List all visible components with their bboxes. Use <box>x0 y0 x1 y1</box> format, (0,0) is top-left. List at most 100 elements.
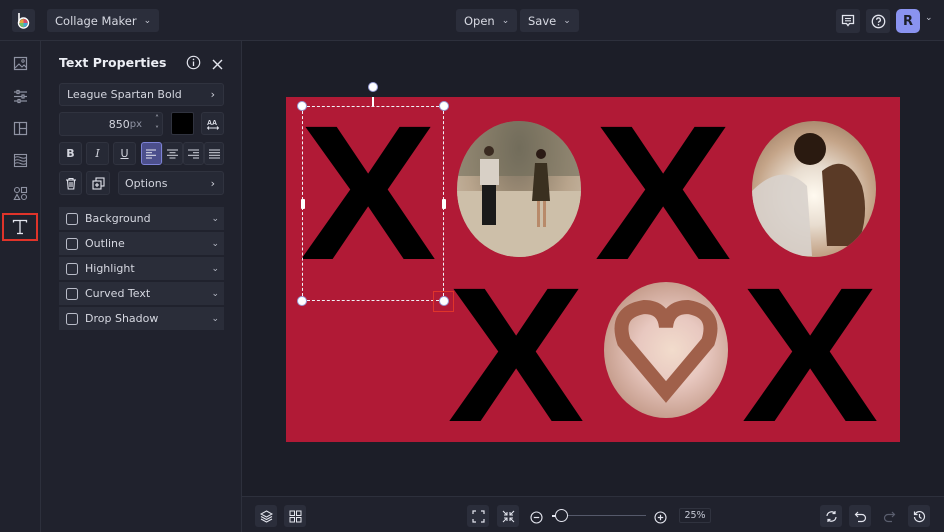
zoom-percent-field[interactable]: 25% <box>679 508 711 523</box>
feedback-icon <box>841 14 855 27</box>
selection-box[interactable] <box>302 106 444 301</box>
top-bar: Collage Maker ⌄ Open ⌄ Save ⌄ R ⌄ <box>0 0 944 41</box>
save-label: Save <box>528 13 557 28</box>
photo-couple-holding-hands[interactable] <box>457 121 581 257</box>
text-layer-x[interactable]: X <box>448 259 585 443</box>
accordion-curved-text[interactable]: Curved Text ⌄ <box>59 282 224 305</box>
photo-heart-hands[interactable] <box>604 282 728 418</box>
resize-handle-top-left[interactable] <box>297 101 307 111</box>
save-button[interactable]: Save ⌄ <box>520 9 579 32</box>
user-avatar[interactable]: R <box>896 9 920 33</box>
bold-button[interactable]: B <box>59 142 82 165</box>
zoom-out-icon <box>530 511 543 524</box>
account-chevron-icon[interactable]: ⌄ <box>925 13 933 23</box>
nav-item-layout[interactable] <box>2 114 38 142</box>
layout-icon <box>13 121 27 135</box>
chevron-down-icon: ⌄ <box>211 238 219 249</box>
background-checkbox[interactable] <box>66 212 78 225</box>
collapse-icon <box>502 510 514 522</box>
accordion-outline[interactable]: Outline ⌄ <box>59 232 224 255</box>
accordion-drop-shadow[interactable]: Drop Shadow ⌄ <box>59 307 224 330</box>
app-logo[interactable] <box>12 9 35 32</box>
chevron-down-icon: ⌄ <box>143 15 152 26</box>
photo-couple-kissing[interactable] <box>752 121 876 257</box>
zoom-slider-thumb[interactable] <box>554 509 568 522</box>
chevron-down-icon: ⌄ <box>211 313 219 324</box>
sliders-icon <box>13 89 27 103</box>
resize-handle-top-right[interactable] <box>439 101 449 111</box>
nav-item-photos[interactable] <box>2 49 38 77</box>
trash-icon <box>65 177 76 190</box>
italic-button[interactable]: I <box>86 142 109 165</box>
underline-button[interactable]: U <box>113 142 136 165</box>
open-button[interactable]: Open ⌄ <box>456 9 518 32</box>
close-button[interactable] <box>211 56 224 75</box>
shapes-icon <box>12 186 27 200</box>
delete-button[interactable] <box>59 171 82 195</box>
options-button[interactable]: Options › <box>118 171 224 195</box>
undo-button[interactable] <box>849 505 871 527</box>
accordion-background[interactable]: Background ⌄ <box>59 207 224 230</box>
chevron-down-icon: ⌄ <box>211 288 219 299</box>
replace-button[interactable] <box>820 505 842 527</box>
align-justify-button[interactable] <box>204 142 224 165</box>
font-size-stepper[interactable]: ˄ ˅ <box>155 113 159 135</box>
align-center-button[interactable] <box>162 142 183 165</box>
rotate-stem <box>372 97 374 106</box>
history-button[interactable] <box>908 505 930 527</box>
text-properties-panel: Text Properties League Spartan Bold › 85… <box>41 41 242 532</box>
font-size-value: 850 <box>108 117 130 131</box>
resize-handle-right[interactable] <box>442 199 446 209</box>
text-color-swatch[interactable] <box>171 112 194 135</box>
accordion-label: Background <box>85 212 151 225</box>
text-layer-x[interactable]: X <box>742 259 879 443</box>
nav-item-textures[interactable] <box>2 146 38 174</box>
letter-spacing-button[interactable]: AA <box>201 112 224 135</box>
history-icon <box>913 510 925 522</box>
curved-text-checkbox[interactable] <box>66 287 78 300</box>
actual-size-button[interactable] <box>497 505 519 527</box>
font-name: League Spartan Bold <box>67 88 182 101</box>
nav-item-graphics[interactable] <box>2 179 38 207</box>
resize-handle-left[interactable] <box>301 199 305 209</box>
outline-checkbox[interactable] <box>66 237 78 250</box>
app-menu-label: Collage Maker <box>55 13 137 28</box>
zoom-percent: 25% <box>684 510 706 521</box>
accordion-label: Drop Shadow <box>85 312 159 325</box>
close-icon <box>212 59 223 70</box>
align-left-icon <box>146 149 156 158</box>
design-canvas[interactable]: X X X X <box>286 97 900 442</box>
zoom-in-button[interactable] <box>654 509 667 528</box>
fit-to-screen-button[interactable] <box>467 505 489 527</box>
panel-title: Text Properties <box>59 55 167 70</box>
highlight-checkbox[interactable] <box>66 262 78 275</box>
align-right-button[interactable] <box>183 142 204 165</box>
font-size-input[interactable]: 850 px ˄ ˅ <box>59 112 163 136</box>
align-center-icon <box>167 149 178 158</box>
bottom-toolbar: 25% <box>242 496 944 532</box>
zoom-out-button[interactable] <box>530 509 543 528</box>
layers-button[interactable] <box>255 505 277 527</box>
feedback-button[interactable] <box>836 9 860 33</box>
help-icon <box>871 14 885 28</box>
info-button[interactable] <box>186 55 201 74</box>
resize-handle-bottom-left[interactable] <box>297 296 307 306</box>
drop-shadow-checkbox[interactable] <box>66 312 78 325</box>
grid-button[interactable] <box>284 505 306 527</box>
open-label: Open <box>464 13 495 28</box>
accordion-label: Outline <box>85 237 125 250</box>
italic-label: I <box>95 147 100 160</box>
app-menu-button[interactable]: Collage Maker ⌄ <box>47 9 160 32</box>
align-left-button[interactable] <box>141 142 162 165</box>
nav-item-text[interactable] <box>2 213 38 241</box>
text-layer-x[interactable]: X <box>595 97 732 289</box>
redo-button[interactable] <box>878 505 900 527</box>
nav-item-adjust[interactable] <box>2 82 38 110</box>
align-justify-icon <box>208 149 220 158</box>
font-selector[interactable]: League Spartan Bold › <box>59 83 224 106</box>
duplicate-icon <box>91 176 105 190</box>
accordion-highlight[interactable]: Highlight ⌄ <box>59 257 224 280</box>
help-button[interactable] <box>866 9 890 33</box>
duplicate-button[interactable] <box>86 171 110 195</box>
rotate-handle[interactable] <box>368 82 378 92</box>
